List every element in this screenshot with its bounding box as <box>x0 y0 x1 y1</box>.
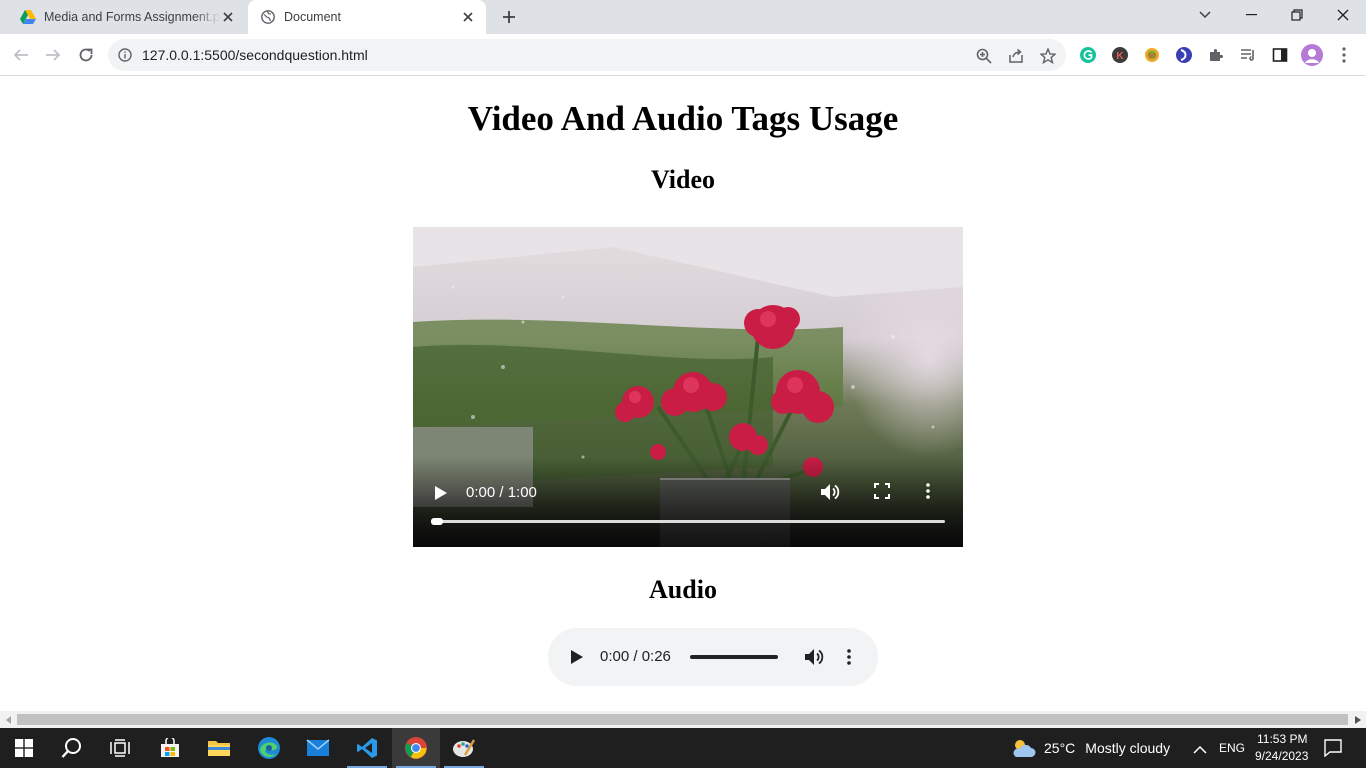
audio-player[interactable]: 0:00 / 0:26 <box>548 628 878 686</box>
svg-text:K: K <box>1116 51 1124 62</box>
close-tab-icon[interactable] <box>220 9 236 25</box>
forward-button[interactable] <box>40 42 66 68</box>
tab-title: Document <box>284 10 341 24</box>
svg-text:$0: $0 <box>1148 53 1156 60</box>
video-more-options-icon[interactable] <box>926 483 948 505</box>
task-view-icon[interactable] <box>96 728 144 768</box>
chrome-taskbar-icon[interactable] <box>392 728 440 768</box>
mail-icon[interactable] <box>294 728 342 768</box>
video-progress-knob[interactable] <box>431 518 443 525</box>
cloudy-weather-icon <box>1010 737 1036 759</box>
close-window-button[interactable] <box>1320 0 1366 30</box>
globe-icon <box>260 9 276 25</box>
weather-widget[interactable]: 25°C Mostly cloudy <box>1010 728 1170 768</box>
windows-start-icon[interactable] <box>0 728 48 768</box>
weather-temp: 25°C <box>1044 740 1076 756</box>
tab-title: Media and Forms Assignment.pdf <box>44 10 220 24</box>
tab-document[interactable]: Document <box>248 0 486 34</box>
url-text: 127.0.0.1:5500/secondquestion.html <box>142 47 368 63</box>
search-icon[interactable] <box>48 728 96 768</box>
audio-play-icon[interactable] <box>566 646 588 668</box>
extensions-puzzle-icon[interactable] <box>1205 44 1227 66</box>
language-indicator[interactable]: ENG <box>1219 741 1245 755</box>
file-explorer-icon[interactable] <box>195 728 243 768</box>
scroll-left-arrow-icon[interactable] <box>0 714 17 725</box>
microsoft-store-icon[interactable] <box>146 728 194 768</box>
new-tab-button[interactable] <box>498 6 520 28</box>
video-play-icon[interactable] <box>431 482 451 504</box>
page-title: Video And Audio Tags Usage <box>467 99 899 138</box>
site-info-icon[interactable] <box>108 48 142 62</box>
address-bar[interactable]: 127.0.0.1:5500/secondquestion.html <box>108 39 1066 71</box>
page-content: Video And Audio Tags Usage Video 0:00 / … <box>0 77 1366 711</box>
audio-more-options-icon[interactable] <box>838 646 860 668</box>
browser-toolbar: 127.0.0.1:5500/secondquestion.html K $0 <box>0 34 1366 76</box>
profile-avatar[interactable] <box>1301 44 1323 66</box>
edge-browser-icon[interactable] <box>245 728 293 768</box>
minimize-button[interactable] <box>1228 0 1274 30</box>
zoom-icon[interactable] <box>973 45 995 67</box>
paint-app-icon[interactable] <box>440 728 488 768</box>
audio-volume-icon[interactable] <box>804 646 826 668</box>
horizontal-scrollbar[interactable] <box>0 711 1366 728</box>
restore-button[interactable] <box>1274 0 1320 30</box>
reading-list-icon[interactable] <box>1237 44 1259 66</box>
show-hidden-icons-chevron[interactable] <box>1193 742 1207 760</box>
fullscreen-icon[interactable] <box>874 483 896 505</box>
side-panel-icon[interactable] <box>1269 44 1291 66</box>
clock-date[interactable]: 9/24/2023 <box>1255 749 1308 763</box>
close-tab-icon[interactable] <box>460 9 476 25</box>
coupon-extension-icon[interactable]: $0 <box>1141 44 1163 66</box>
video-heading: Video <box>650 165 716 194</box>
tab-search-chevron-icon[interactable] <box>1182 0 1228 30</box>
tab-media-assignment[interactable]: Media and Forms Assignment.pdf <box>8 0 246 34</box>
google-drive-icon <box>20 9 36 25</box>
video-volume-icon[interactable] <box>820 483 842 505</box>
audio-time-display: 0:00 / 0:26 <box>600 648 671 665</box>
tab-strip: Media and Forms Assignment.pdf Document <box>0 0 1366 34</box>
share-icon[interactable] <box>1005 45 1027 67</box>
back-button[interactable] <box>8 42 34 68</box>
scrollbar-thumb[interactable] <box>17 714 1348 725</box>
audio-progress-bar[interactable] <box>690 655 778 659</box>
weather-condition: Mostly cloudy <box>1085 740 1171 756</box>
windows-taskbar: 25°C Mostly cloudy ENG 11:53 PM 9/24/202… <box>0 728 1366 768</box>
chrome-menu-icon[interactable] <box>1333 44 1355 66</box>
scroll-right-arrow-icon[interactable] <box>1349 714 1366 725</box>
reload-button[interactable] <box>73 42 99 68</box>
notifications-icon[interactable] <box>1324 739 1342 762</box>
video-progress-bar[interactable] <box>431 518 945 525</box>
audio-heading: Audio <box>649 575 717 604</box>
clock-time[interactable]: 11:53 PM <box>1257 732 1307 746</box>
grammarly-extension-icon[interactable] <box>1077 44 1099 66</box>
blue-swirl-extension-icon[interactable] <box>1173 44 1195 66</box>
vscode-icon[interactable] <box>343 728 391 768</box>
k-extension-icon[interactable]: K <box>1109 44 1131 66</box>
video-player[interactable]: 0:00 / 1:00 <box>413 227 963 547</box>
bookmark-star-icon[interactable] <box>1037 45 1059 67</box>
video-time-display: 0:00 / 1:00 <box>466 484 537 501</box>
